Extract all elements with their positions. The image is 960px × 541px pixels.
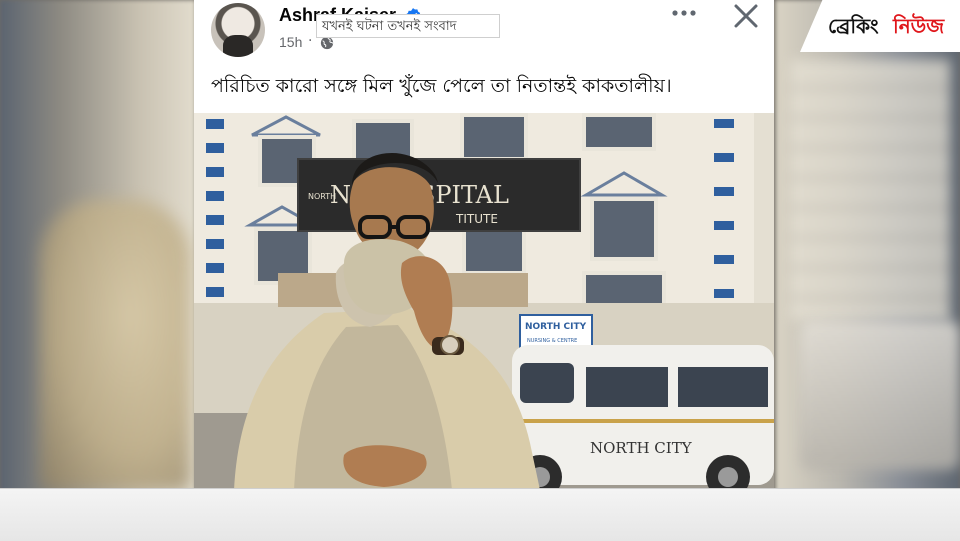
close-icon[interactable] (732, 2, 760, 30)
post-caption: পরিচিত কারো সঙ্গে মিল খুঁজে পেলে তা নিতা… (211, 75, 672, 97)
meta-separator: · (308, 33, 313, 49)
hospital-sign-subtitle: TITUTE (455, 212, 498, 226)
centre-sign-title: NORTH CITY (525, 322, 587, 332)
ticker-tagline: যখনই ঘটনা তখনই সংবাদ (322, 19, 457, 34)
post-photo[interactable]: NORTH NO HOSPITAL TITUTE NORTH CITY NURS… (194, 113, 774, 490)
van-text: NORTH CITY (590, 439, 693, 457)
centre-sign-subtitle: NURSING & CENTRE (527, 338, 577, 344)
globe-icon[interactable] (320, 36, 334, 50)
brand-logo-text-accent: নিউজ (893, 14, 945, 38)
more-options-icon[interactable] (669, 4, 699, 22)
brand-logo-text-primary: ব্রেকিং (828, 14, 879, 38)
blurred-background-figure (40, 200, 190, 490)
post-timestamp[interactable]: 15h (279, 34, 302, 50)
facebook-post-card: Ashraf Kaiser 15h · পরিচিত কারো সঙ্গে মি… (194, 0, 774, 490)
news-ticker-bar (0, 488, 960, 541)
blurred-background-building (790, 60, 950, 320)
blurred-background-van (800, 320, 960, 470)
author-avatar[interactable] (211, 3, 265, 57)
